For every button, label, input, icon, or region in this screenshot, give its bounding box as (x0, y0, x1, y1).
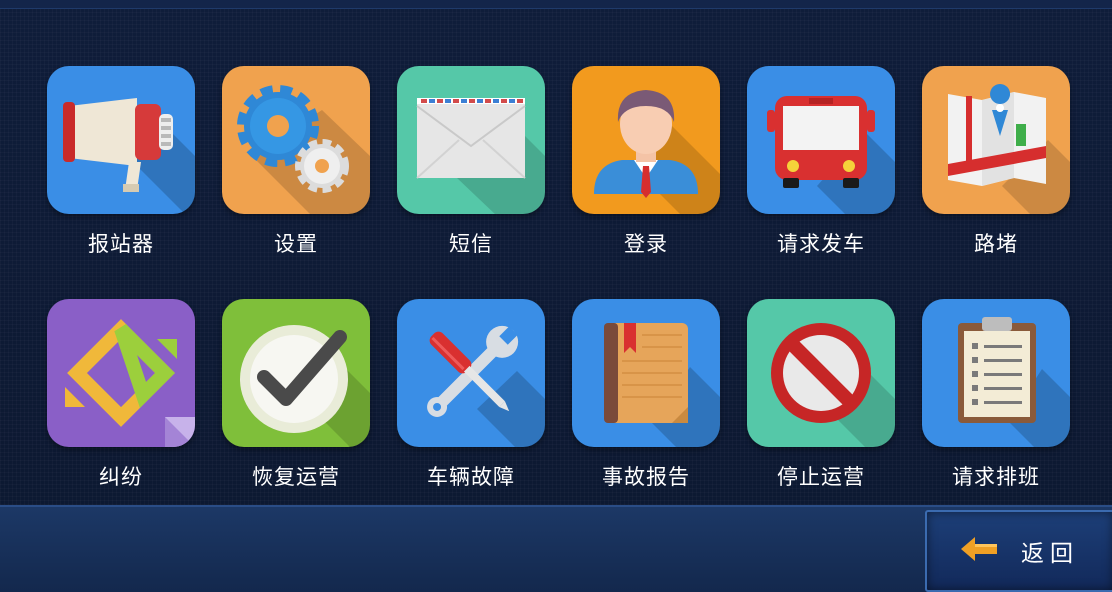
checkmark-icon (222, 299, 370, 447)
wrench-screwdriver-icon (397, 299, 545, 447)
tile-label: 登录 (624, 232, 668, 256)
book-icon (572, 299, 720, 447)
tile-label: 恢复运营 (252, 465, 340, 489)
tile-accident-report[interactable]: 事故报告 (572, 299, 720, 489)
user-icon (572, 66, 720, 214)
tile-resume-operation[interactable]: 恢复运营 (222, 299, 370, 489)
tile-label: 事故报告 (602, 465, 690, 489)
back-button-label: 返回 (1021, 541, 1079, 567)
tile-label: 设置 (274, 232, 318, 256)
map-icon (922, 66, 1070, 214)
tile-request-schedule[interactable]: 请求排班 (922, 299, 1070, 489)
tile-request-departure[interactable]: 请求发车 (747, 66, 895, 256)
tile-stop-operation[interactable]: 停止运营 (747, 299, 895, 489)
function-grid: 报站器 设置 短信 登录 请求发车 路堵 纠纷 恢复运营 车辆故障 事故报告 停… (0, 0, 1112, 505)
tile-settings[interactable]: 设置 (222, 66, 370, 256)
arrow-left-icon (961, 537, 999, 565)
tile-label: 请求排班 (952, 465, 1040, 489)
clipboard-icon (922, 299, 1070, 447)
main-screen: 报站器 设置 短信 登录 请求发车 路堵 纠纷 恢复运营 车辆故障 事故报告 停… (0, 0, 1112, 592)
tile-label: 纠纷 (99, 465, 143, 489)
tile-label: 路堵 (974, 232, 1018, 256)
tile-label: 车辆故障 (427, 465, 515, 489)
gear-icon (222, 66, 370, 214)
prohibited-icon (747, 299, 895, 447)
envelope-icon (397, 66, 545, 214)
tile-road-blocked[interactable]: 路堵 (922, 66, 1070, 256)
tile-announcer[interactable]: 报站器 (47, 66, 195, 256)
megaphone-icon (47, 66, 195, 214)
tile-label: 短信 (449, 232, 493, 256)
tile-vehicle-fault[interactable]: 车辆故障 (397, 299, 545, 489)
bus-icon (747, 66, 895, 214)
tile-sms[interactable]: 短信 (397, 66, 545, 256)
exchange-icon (47, 299, 195, 447)
tile-dispute[interactable]: 纠纷 (47, 299, 195, 489)
tile-label: 报站器 (88, 232, 154, 256)
tile-label: 请求发车 (777, 232, 865, 256)
tile-login[interactable]: 登录 (572, 66, 720, 256)
back-button[interactable]: 返回 (925, 510, 1112, 592)
tile-label: 停止运营 (777, 465, 865, 489)
